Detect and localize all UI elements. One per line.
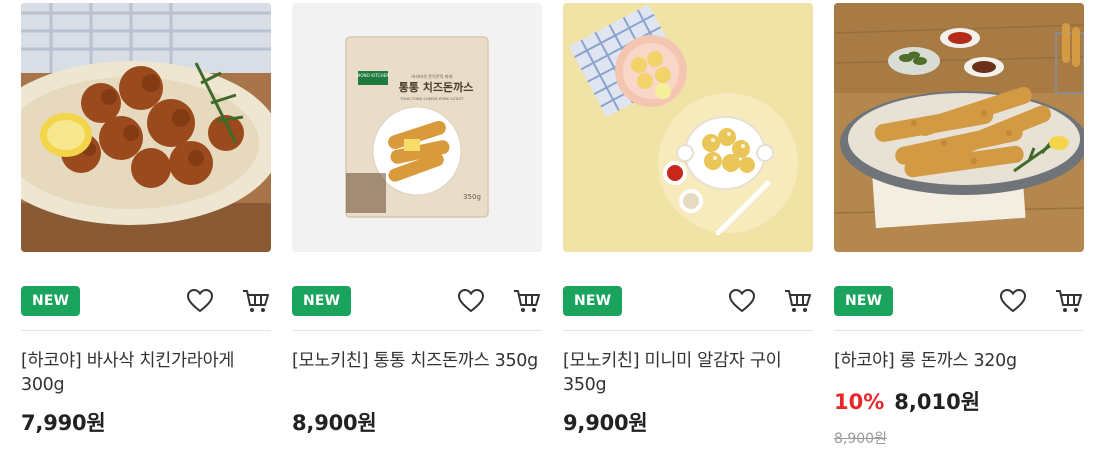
product-actions: NEW: [292, 286, 542, 316]
cart-icon: [1056, 290, 1082, 312]
product-card[interactable]: MONO KITCHEN 바삭바삭 쫀득쫀득 파파 통통 치즈돈까스 TONG …: [292, 3, 542, 435]
product-actions: NEW: [834, 286, 1084, 316]
heart-icon: [999, 288, 1027, 313]
add-to-cart-button[interactable]: [511, 286, 543, 316]
roasted-baby-potatoes-photo: [563, 3, 813, 252]
divider: [292, 330, 542, 331]
fried-chicken-karaage-photo: [21, 3, 271, 252]
heart-icon: [186, 288, 214, 313]
original-price: 8,900원: [834, 431, 887, 447]
product-card[interactable]: NEW [모노키친] 미니미 알감자 구이 350g 9,900원: [563, 3, 813, 435]
package-tagline: 바삭바삭 쫀득쫀득 파파: [411, 73, 452, 80]
product-name[interactable]: [하코야] 롱 돈까스 320g: [834, 349, 1084, 373]
add-to-cart-button[interactable]: [1053, 286, 1085, 316]
new-badge: NEW: [21, 286, 81, 316]
product-card[interactable]: NEW [하코야] 바사삭 치킨가라아게 300g 7,990원: [21, 3, 271, 435]
cheese-tonkatsu-package-photo: MONO KITCHEN 바삭바삭 쫀득쫀득 파파 통통 치즈돈까스 TONG …: [292, 3, 542, 252]
product-price: 9,900원: [563, 411, 648, 435]
sale-price: 8,010원: [894, 390, 981, 414]
new-badge: NEW: [563, 286, 623, 316]
product-name[interactable]: [모노키친] 미니미 알감자 구이 350g: [563, 349, 813, 397]
cart-icon: [785, 290, 811, 312]
product-grid: NEW [하코야] 바사삭 치킨가라아게 300g 7,990원 MONO KI…: [0, 0, 1099, 450]
package-brand: MONO KITCHEN: [357, 73, 390, 78]
discount-rate: 10%: [834, 390, 885, 414]
product-price: 7,990원: [21, 411, 106, 435]
divider: [21, 330, 271, 331]
package-weight: 350g: [463, 193, 481, 201]
product-actions: NEW: [21, 286, 271, 316]
wishlist-button[interactable]: [997, 286, 1029, 316]
product-price: 8,900원: [292, 411, 377, 435]
new-badge: NEW: [292, 286, 352, 316]
cart-icon: [514, 290, 540, 312]
product-image[interactable]: MONO KITCHEN 바삭바삭 쫀득쫀득 파파 통통 치즈돈까스 TONG …: [292, 3, 542, 252]
wishlist-button[interactable]: [455, 286, 487, 316]
product-actions: NEW: [563, 286, 813, 316]
discount-row: 10% 8,010원: [834, 386, 980, 416]
long-pork-cutlet-photo: [834, 3, 1084, 252]
product-image[interactable]: [563, 3, 813, 252]
product-card[interactable]: NEW [하코야] 롱 돈까스 320g 10% 8,010원 8,900원: [834, 3, 1084, 447]
new-badge: NEW: [834, 286, 894, 316]
product-image[interactable]: [21, 3, 271, 252]
add-to-cart-button[interactable]: [240, 286, 272, 316]
add-to-cart-button[interactable]: [782, 286, 814, 316]
product-image[interactable]: [834, 3, 1084, 252]
wishlist-button[interactable]: [726, 286, 758, 316]
package-title: 통통 치즈돈까스: [399, 80, 474, 94]
product-name[interactable]: [하코야] 바사삭 치킨가라아게 300g: [21, 349, 271, 397]
divider: [834, 330, 1084, 331]
cart-icon: [243, 290, 269, 312]
product-name[interactable]: [모노키친] 통통 치즈돈까스 350g: [292, 349, 542, 373]
package-subtitle: TONG TONG CHEESE PORK CUTLET: [399, 97, 464, 101]
divider: [563, 330, 813, 331]
wishlist-button[interactable]: [184, 286, 216, 316]
heart-icon: [728, 288, 756, 313]
heart-icon: [457, 288, 485, 313]
